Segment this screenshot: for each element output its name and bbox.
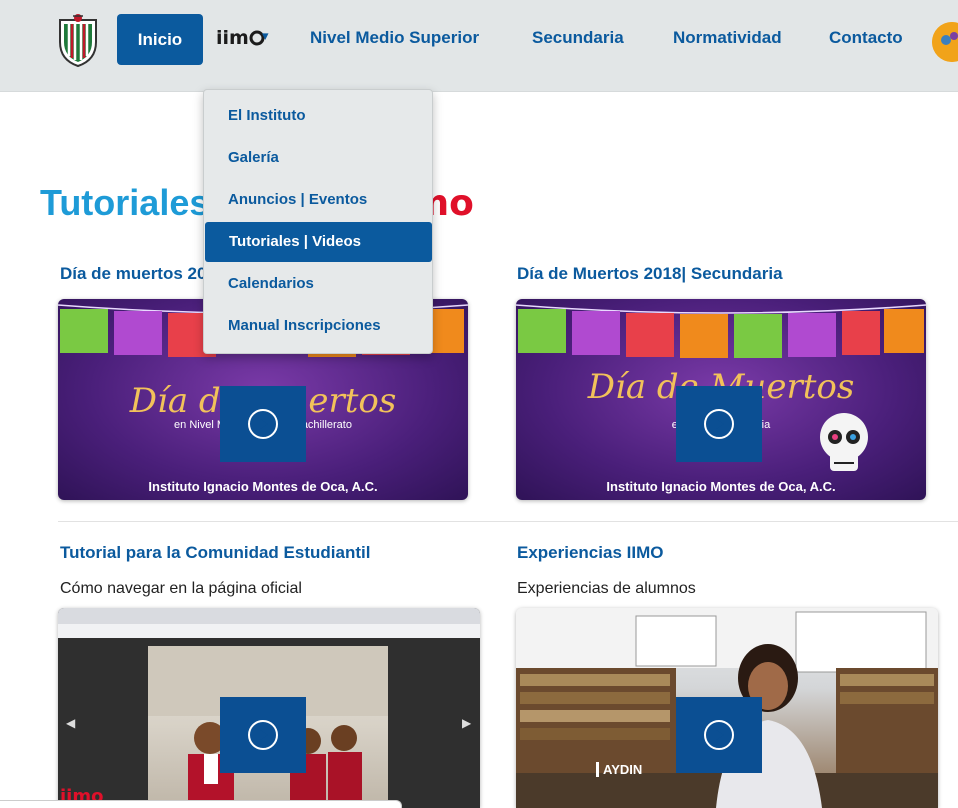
nav-normatividad[interactable]: Normatividad	[673, 22, 782, 54]
thumb-footer: Instituto Ignacio Montes de Oca, A.C.	[148, 479, 378, 494]
nav-inicio[interactable]: Inicio	[117, 14, 203, 65]
browser-tab-bar	[58, 608, 480, 624]
card-subtitle-tutorial: Cómo navegar en la página oficial	[60, 580, 302, 597]
dropdown-item-el-instituto[interactable]: El Instituto	[204, 96, 432, 136]
user-avatar[interactable]	[932, 22, 958, 62]
card-title-tutorial-comunidad[interactable]: Tutorial para la Comunidad Estudiantil	[60, 543, 370, 563]
dropdown-item-manual-inscripciones[interactable]: Manual Inscripciones	[204, 306, 432, 346]
nav-nivel-medio-superior[interactable]: Nivel Medio Superior	[310, 22, 479, 54]
dropdown-menu: El Instituto Galería Anuncios | Eventos …	[203, 89, 433, 354]
navbar: Inicio iim ▾ Nivel Medio Superior Secund…	[0, 0, 958, 92]
next-arrow-icon[interactable]: ▶	[462, 716, 471, 730]
card-subtitle-experiencias: Experiencias de alumnos	[517, 580, 696, 597]
play-button-4[interactable]	[676, 697, 762, 773]
dropdown-item-calendarios[interactable]: Calendarios	[204, 264, 432, 304]
video-caption-aydin: AYDIN	[596, 762, 642, 777]
chevron-down-icon[interactable]: ▾	[262, 28, 269, 44]
card-title-dia-muertos-secundaria[interactable]: Día de Muertos 2018| Secundaria	[517, 264, 783, 284]
video-thumbnail-3[interactable]: ◀ ▶ iimo	[58, 608, 480, 808]
dropdown-item-tutoriales-videos[interactable]: Tutoriales | Videos	[205, 222, 432, 262]
school-crest-logo[interactable]	[55, 12, 101, 68]
skull-icon	[820, 413, 868, 471]
dropdown-item-galeria[interactable]: Galería	[204, 138, 432, 178]
section-divider	[58, 521, 958, 522]
svg-text:iim: iim	[216, 27, 249, 49]
thumb-footer: Instituto Ignacio Montes de Oca, A.C.	[606, 479, 836, 494]
browser-address-bar	[58, 624, 480, 638]
papel-picado-banner	[516, 304, 926, 358]
bottom-overlay-bar	[0, 800, 402, 808]
video-thumbnail-4[interactable]	[516, 608, 938, 808]
prev-arrow-icon[interactable]: ◀	[66, 716, 75, 730]
video-thumbnail-2[interactable]: Día de Muertos en Nivel Secundaria Insti…	[516, 299, 926, 500]
play-button-3[interactable]	[220, 697, 306, 773]
nav-secundaria[interactable]: Secundaria	[532, 22, 624, 54]
play-button-2[interactable]	[676, 386, 762, 462]
play-button-1[interactable]	[220, 386, 306, 462]
nav-contacto[interactable]: Contacto	[829, 22, 903, 54]
dropdown-item-anuncios-eventos[interactable]: Anuncios | Eventos	[204, 180, 432, 220]
avatar-image	[932, 22, 958, 62]
card-title-experiencias[interactable]: Experiencias IIMO	[517, 543, 663, 563]
